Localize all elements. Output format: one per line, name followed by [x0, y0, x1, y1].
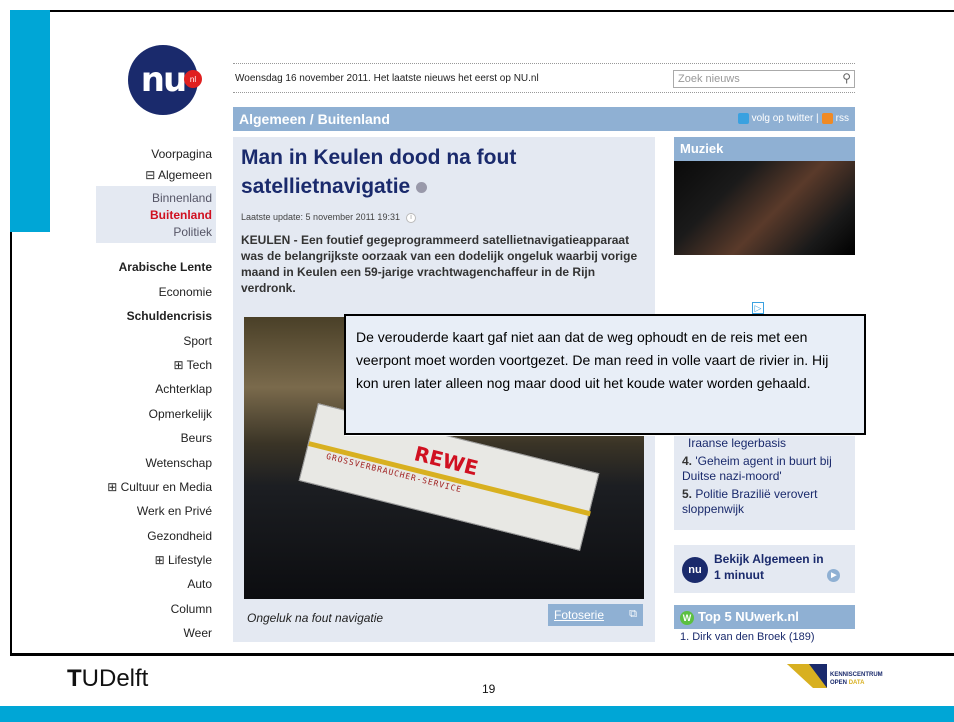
minute-video-link[interactable]: Bekijk Algemeen in 1 minuut ▶ [714, 551, 841, 583]
nav-item-arabische-lente[interactable]: Arabische Lente [86, 255, 216, 279]
list-item-text: Iraanse legerbasis [688, 436, 787, 450]
nav-item-beurs[interactable]: Beurs [86, 426, 216, 450]
music-title: Muziek [674, 137, 855, 161]
play-icon[interactable]: ▶ [827, 569, 841, 583]
share-icon[interactable] [416, 181, 428, 193]
nu-small-logo: nu [682, 557, 708, 583]
ad-choices-icon[interactable]: ▷ [752, 302, 764, 314]
nuwerk-icon: W [680, 610, 694, 625]
twitter-link[interactable]: volg op twitter | [752, 113, 819, 124]
search-placeholder: Zoek nieuws [678, 73, 740, 85]
nav-item-opmerkelijk[interactable]: Opmerkelijk [86, 402, 216, 426]
nav-item-binnenland[interactable]: Binnenland [96, 190, 212, 207]
top-bar: Woensdag 16 november 2011. Het laatste n… [233, 63, 855, 93]
nuwerk-item[interactable]: 1. Dirk van den Broek (189) [680, 631, 815, 643]
nav-item-politiek[interactable]: Politiek [96, 224, 212, 241]
nav-item-achterklap[interactable]: Achterklap [86, 377, 216, 401]
nu-logo-text: nu [140, 60, 187, 100]
kc-line2b: DATA [848, 680, 865, 686]
article-headline[interactable]: Man in Keulen dood na fout satellietnavi… [241, 143, 641, 201]
accent-bar [10, 10, 50, 232]
nav-item-column[interactable]: Column [86, 597, 216, 621]
minute-video-widget[interactable]: nu Bekijk Algemeen in 1 minuut ▶ [674, 545, 855, 593]
music-image[interactable] [674, 161, 855, 255]
bottom-accent-bar [0, 706, 954, 722]
kc-line1: KENNISCENTRUM [830, 672, 883, 678]
nav-item-sport[interactable]: Sport [86, 329, 216, 353]
nav-subpanel: Binnenland Buitenland Politiek [96, 186, 216, 244]
headline-text: Man in Keulen dood na fout satellietnavi… [241, 146, 517, 198]
nav-item-economie[interactable]: Economie [86, 280, 216, 304]
search-icon[interactable]: ⚲ [842, 71, 851, 85]
search-input[interactable]: Zoek nieuws ⚲ [673, 70, 855, 88]
tudelft-logo: TUDelft [67, 665, 148, 693]
twitter-icon[interactable] [737, 113, 749, 124]
callout-box: De verouderde kaart gaf niet aan dat de … [344, 314, 866, 435]
minute-video-label: Bekijk Algemeen in 1 minuut [714, 552, 824, 582]
photo-caption: Ongeluk na fout navigatie [247, 611, 384, 625]
music-widget[interactable]: Muziek [674, 137, 855, 255]
section-bar: Algemeen / Buitenland volg op twitter | r… [233, 107, 855, 131]
nav-item-werk-en-prive[interactable]: Werk en Privé [86, 499, 216, 523]
list-item[interactable]: Iraanse legerbasis [682, 436, 849, 451]
rss-icon[interactable] [821, 113, 833, 124]
list-item-number: 4. [682, 454, 693, 468]
nav-item-lifestyle[interactable]: ⊞ Lifestyle [86, 548, 216, 572]
date-line: Woensdag 16 november 2011. Het laatste n… [235, 73, 539, 84]
nav-item-weer[interactable]: Weer [86, 621, 216, 645]
gallery-icon: ⧉ [629, 608, 637, 620]
nav-item-auto[interactable]: Auto [86, 572, 216, 596]
nav-item-wetenschap[interactable]: Wetenschap [86, 451, 216, 475]
footer-divider [10, 655, 954, 656]
photo-series-label: Fotoserie [554, 608, 605, 622]
last-update: Laatste update: 5 november 2011 19:31 i [241, 212, 416, 223]
list-item[interactable]: 4. 'Geheim agent in buurt bij Duitse naz… [682, 454, 849, 484]
nav-item-schuldencrisis[interactable]: Schuldencrisis [86, 304, 216, 328]
photo-series-button[interactable]: Fotoserie ⧉ [548, 604, 643, 626]
list-item-number: 5. [682, 487, 693, 501]
nav-item-buitenland[interactable]: Buitenland [96, 207, 212, 224]
kenniscentrum-logo-icon [787, 664, 827, 688]
nav-item-gezondheid[interactable]: Gezondheid [86, 524, 216, 548]
list-item[interactable]: 5. Politie Brazilië verovert sloppenwijk [682, 487, 849, 517]
page-number: 19 [482, 682, 496, 696]
info-icon[interactable]: i [405, 212, 416, 223]
kc-line2a: OPEN [830, 680, 848, 686]
section-title: Algemeen / Buitenland [239, 111, 390, 127]
tudelft-logo-text: UDelft [81, 665, 149, 692]
social-links: volg op twitter | rss [737, 113, 849, 124]
nav-item-cultuur-en-media[interactable]: ⊞ Cultuur en Media [86, 475, 216, 499]
nav-item-voorpagina[interactable]: Voorpagina [86, 142, 216, 166]
nuwerk-header: W Top 5 NUwerk.nl [674, 605, 855, 629]
nav-item-tech[interactable]: ⊞ Tech [86, 353, 216, 377]
list-item-text: Politie Brazilië verovert sloppenwijk [682, 487, 818, 516]
sidebar-nav: Voorpagina ⊟ Algemeen Binnenland Buitenl… [86, 142, 216, 646]
nav-item-algemeen[interactable]: ⊟ Algemeen [86, 166, 216, 186]
tudelft-logo-t: T [67, 665, 82, 692]
last-update-text: Laatste update: 5 november 2011 19:31 [241, 212, 400, 222]
article-lead: KEULEN - Een foutief gegeprogrammeerd sa… [241, 233, 638, 295]
nl-badge: nl [184, 70, 202, 88]
nuwerk-title: Top 5 NUwerk.nl [698, 609, 799, 624]
list-item-text: 'Geheim agent in buurt bij Duitse nazi-m… [682, 454, 832, 483]
rss-link[interactable]: rss [836, 113, 849, 124]
popular-list: Iraanse legerbasis 4. 'Geheim agent in b… [674, 430, 855, 530]
kenniscentrum-text: KENNISCENTRUM OPEN DATA [830, 671, 883, 687]
